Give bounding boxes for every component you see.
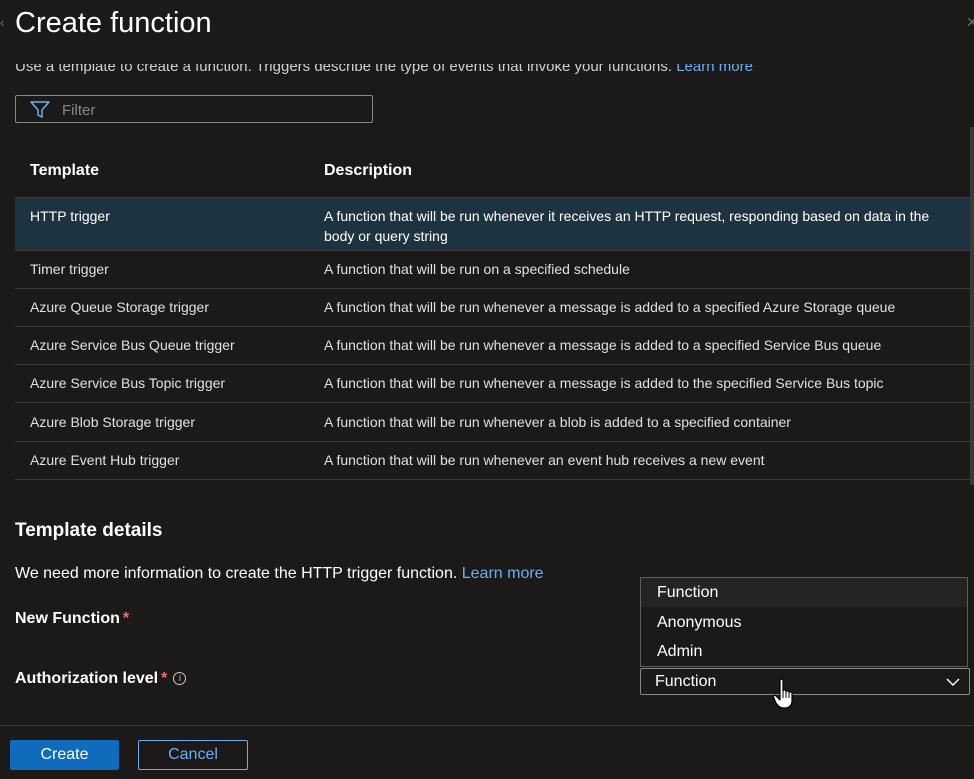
table-row[interactable]: Azure Queue Storage trigger A function t…: [15, 289, 972, 327]
table-row[interactable]: Azure Event Hub trigger A function that …: [15, 442, 972, 480]
template-description: A function that will be run whenever an …: [324, 452, 765, 468]
auth-option-anonymous[interactable]: Anonymous: [641, 608, 967, 637]
dialog-footer: Create Cancel: [0, 725, 974, 779]
column-header-description: Description: [324, 162, 413, 179]
template-description: A function that will be run whenever a m…: [324, 299, 896, 315]
filter-box[interactable]: [15, 95, 373, 123]
authorization-level-label: Authorization level * i: [15, 670, 187, 688]
authorization-level-select[interactable]: Function: [640, 668, 970, 695]
required-marker: *: [161, 670, 168, 687]
template-name: Azure Blob Storage trigger: [30, 414, 195, 430]
template-description: A function that will be run whenever it …: [324, 208, 930, 244]
details-learn-more-link[interactable]: Learn more: [462, 565, 544, 582]
table-row[interactable]: Timer trigger A function that will be ru…: [15, 251, 972, 289]
template-name: Timer trigger: [30, 261, 109, 277]
chevron-down-icon: [946, 678, 960, 686]
info-icon[interactable]: i: [173, 672, 187, 685]
template-description: A function that will be run on a specifi…: [324, 261, 630, 277]
template-name: Azure Event Hub trigger: [30, 452, 180, 468]
table-scrollbar[interactable]: [970, 127, 974, 485]
template-details-heading: Template details: [15, 520, 163, 541]
left-edge-glyph: ‹: [0, 14, 4, 30]
table-row[interactable]: Azure Service Bus Topic trigger A functi…: [15, 365, 972, 403]
page-title: Create function: [15, 7, 212, 39]
cancel-button[interactable]: Cancel: [138, 740, 248, 770]
close-icon[interactable]: ✕: [966, 14, 974, 32]
table-row[interactable]: Azure Blob Storage trigger A function th…: [15, 403, 972, 442]
new-function-label: New Function *: [15, 610, 130, 627]
auth-selected-value: Function: [655, 673, 717, 690]
auth-option-function[interactable]: Function: [641, 578, 967, 607]
template-description: A function that will be run whenever a m…: [324, 337, 882, 353]
authorization-level-dropdown-menu: Function Anonymous Admin: [640, 577, 968, 667]
template-name: HTTP trigger: [30, 208, 110, 224]
create-button[interactable]: Create: [10, 740, 119, 770]
template-name: Azure Queue Storage trigger: [30, 299, 209, 315]
filter-input[interactable]: [60, 99, 364, 121]
table-row[interactable]: HTTP trigger A function that will be run…: [15, 198, 972, 251]
template-name: Azure Service Bus Queue trigger: [30, 337, 235, 353]
hand-cursor-icon: [772, 678, 793, 709]
template-name: Azure Service Bus Topic trigger: [30, 375, 226, 391]
column-header-template: Template: [30, 162, 100, 179]
table-header: Template Description: [15, 153, 972, 198]
required-marker: *: [122, 610, 130, 627]
dialog-header: ‹ Create function ✕: [0, 0, 974, 64]
template-table: Template Description HTTP trigger A func…: [0, 127, 974, 485]
details-info-text: We need more information to create the H…: [15, 565, 544, 582]
auth-option-admin[interactable]: Admin: [641, 637, 967, 666]
table-row[interactable]: Azure Service Bus Queue trigger A functi…: [15, 327, 972, 365]
template-description: A function that will be run whenever a b…: [324, 414, 791, 430]
template-description: A function that will be run whenever a m…: [324, 375, 884, 391]
filter-icon: [30, 101, 50, 118]
